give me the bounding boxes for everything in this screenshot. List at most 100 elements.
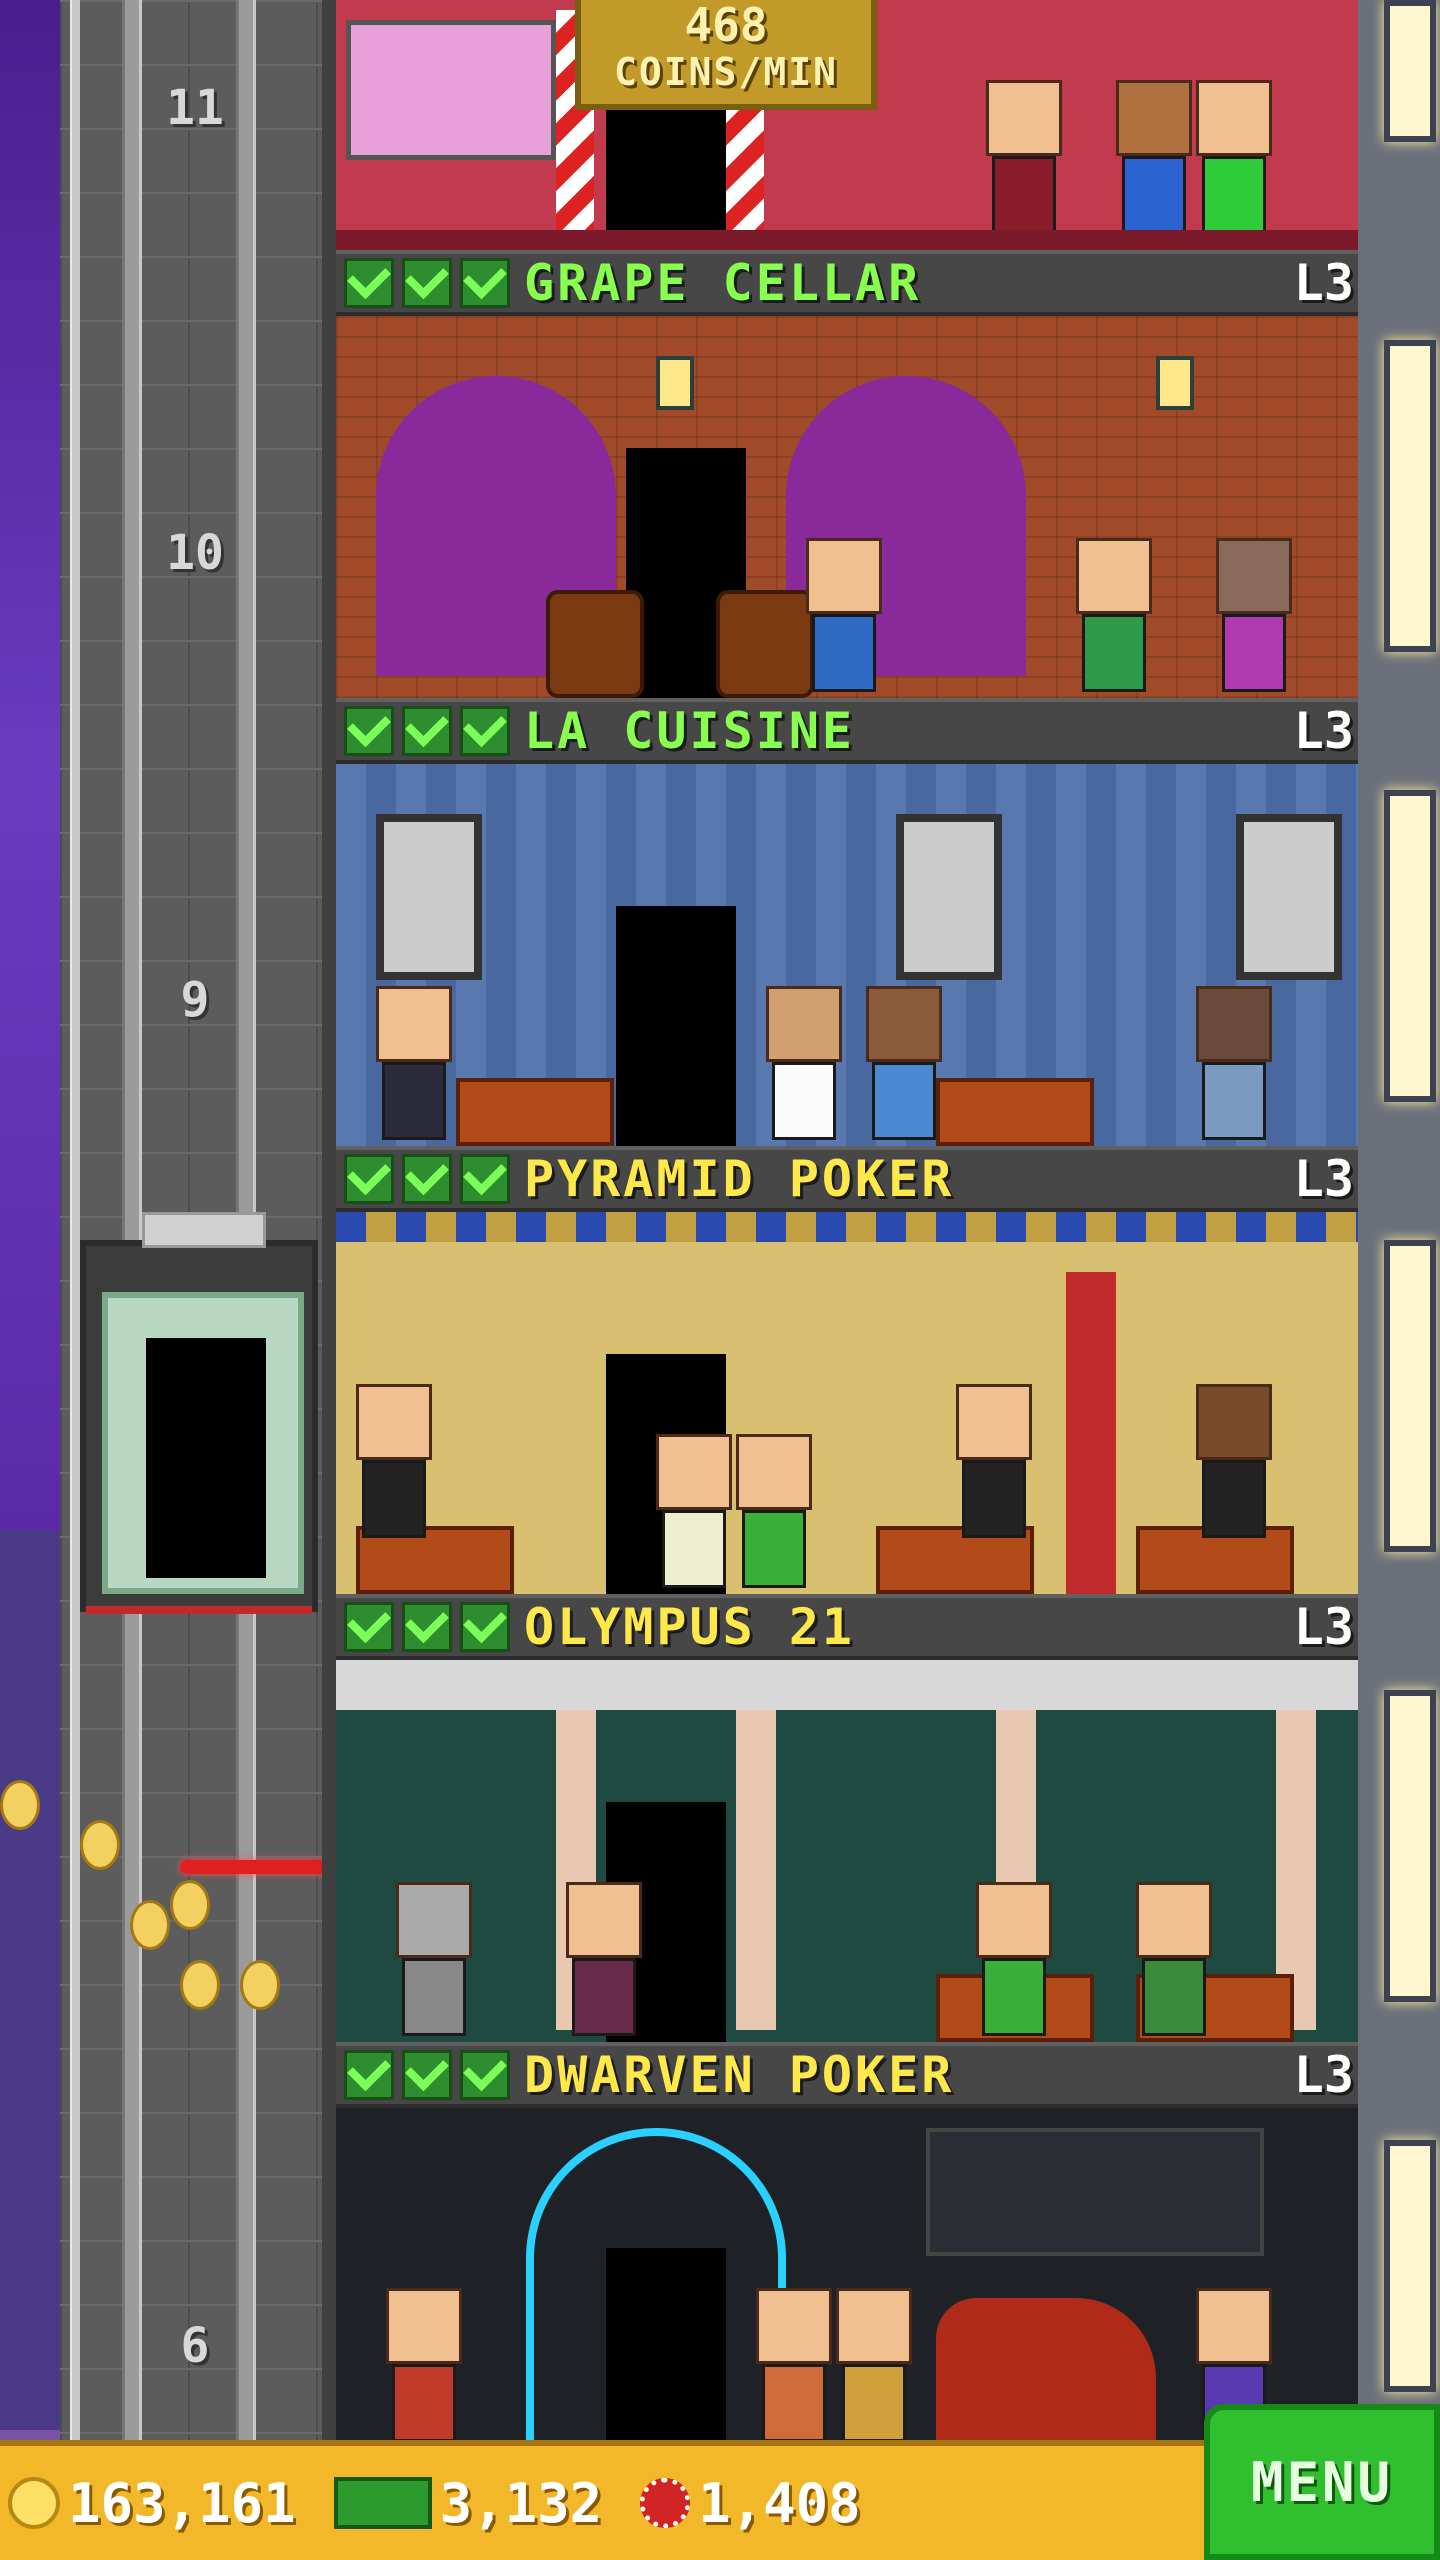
floor-grape-cellar[interactable]: GRAPE CELLAR L3 — [336, 250, 1358, 698]
shaft-floor-number: 10 — [166, 525, 224, 581]
check-icon — [402, 2047, 452, 2100]
floor-level: L3 — [1293, 2046, 1354, 2104]
floor-la-cuisine[interactable]: LA CUISINE L3 — [336, 698, 1358, 1146]
floor-name: LA CUISINE — [524, 702, 856, 760]
check-icon — [344, 1151, 394, 1204]
bitizen[interactable] — [566, 1882, 642, 2036]
wall-painting — [896, 814, 1002, 980]
bitizen[interactable] — [1076, 538, 1152, 692]
chip-icon — [640, 2478, 691, 2528]
check-icon — [402, 1599, 452, 1652]
floor-header: OLYMPUS 21 L3 — [336, 1594, 1358, 1660]
pillar — [736, 1710, 776, 2030]
bitizen-chef[interactable] — [766, 986, 842, 1140]
wall-painting — [376, 814, 482, 980]
flying-coin-icon[interactable] — [240, 1960, 280, 2010]
bitizen[interactable] — [1196, 80, 1272, 234]
floor-dwarven-poker[interactable]: DWARVEN POKER L3 — [336, 2042, 1358, 2448]
floor-scene — [336, 1660, 1358, 2042]
check-icon — [344, 2047, 394, 2100]
floor-doorway — [616, 906, 736, 1146]
coins-counter[interactable]: 163,161 — [8, 2472, 296, 2535]
floor-base — [336, 230, 1358, 250]
dining-table — [456, 1078, 614, 1146]
floor-doorway — [606, 100, 726, 230]
coins-value: 163,161 — [68, 2471, 296, 2535]
bitizen-statue[interactable] — [396, 1882, 472, 2036]
decor-frieze — [336, 1660, 1358, 1710]
tower-window — [1384, 340, 1436, 652]
elevator-sill — [86, 1606, 312, 1614]
menu-button[interactable]: MENU — [1204, 2404, 1440, 2560]
check-icon — [460, 1599, 510, 1652]
tower-window — [1384, 1690, 1436, 2002]
flying-coin-icon[interactable] — [0, 1780, 40, 1830]
floor-name: PYRAMID POKER — [524, 1150, 955, 1208]
vault-sign — [926, 2128, 1264, 2256]
elevator-car[interactable] — [80, 1212, 318, 1614]
income-badge[interactable]: 468 COINS/MIN — [575, 0, 877, 110]
bux-counter[interactable]: 3,132 — [333, 2471, 603, 2535]
flying-coin-icon[interactable] — [180, 1960, 220, 2010]
check-icon — [402, 255, 452, 308]
bitizen[interactable] — [736, 1434, 812, 1588]
bitizen[interactable] — [756, 2288, 832, 2442]
bitizen[interactable] — [806, 538, 882, 692]
lantern-icon — [1156, 356, 1194, 410]
tower-window — [1384, 0, 1436, 142]
bitizen[interactable] — [1196, 986, 1272, 1140]
flying-coin-icon[interactable] — [170, 1880, 210, 1930]
coin-icon — [8, 2477, 60, 2529]
floor-level: L3 — [1293, 702, 1354, 760]
check-icon — [460, 2047, 510, 2100]
elevator-cap — [142, 1212, 266, 1248]
tower-window — [1384, 1240, 1436, 1552]
dining-table — [936, 1078, 1094, 1146]
decor-border — [336, 1212, 1358, 1242]
income-unit: COINS/MIN — [614, 50, 838, 94]
wall-painting — [1236, 814, 1342, 980]
check-icon — [344, 1599, 394, 1652]
bitizen[interactable] — [1216, 538, 1292, 692]
bux-icon — [333, 2477, 432, 2529]
income-value: 468 — [684, 0, 768, 52]
floor-name: GRAPE CELLAR — [524, 254, 922, 312]
floor-level: L3 — [1293, 254, 1354, 312]
pillar — [1066, 1272, 1116, 1594]
flying-coin-icon[interactable] — [130, 1900, 170, 1950]
bitizen[interactable] — [656, 1434, 732, 1588]
check-icon — [344, 255, 394, 308]
barrel — [716, 590, 814, 698]
chips-value: 1,408 — [698, 2471, 861, 2535]
floor-level: L3 — [1293, 1598, 1354, 1656]
floor-scene — [336, 1212, 1358, 1594]
floor-header: DWARVEN POKER L3 — [336, 2042, 1358, 2108]
bitizen[interactable] — [1136, 1882, 1212, 2036]
bitizen[interactable] — [376, 986, 452, 1140]
floor-header: GRAPE CELLAR L3 — [336, 250, 1358, 316]
bitizen-dealer[interactable] — [956, 1384, 1032, 1538]
flying-coin-icon[interactable] — [80, 1820, 120, 1870]
bux-value: 3,132 — [439, 2471, 603, 2535]
floor-scene — [336, 316, 1358, 698]
bitizen-dealer[interactable] — [1196, 1384, 1272, 1538]
chips-counter[interactable]: 1,408 — [640, 2472, 861, 2535]
floor-olympus-21[interactable]: OLYMPUS 21 L3 — [336, 1594, 1358, 2042]
check-icon — [460, 1151, 510, 1204]
floor-pyramid-poker[interactable]: PYRAMID POKER L3 — [336, 1146, 1358, 1594]
barrel — [546, 590, 644, 698]
elevator-door — [146, 1338, 266, 1578]
bitizen-dwarf[interactable] — [386, 2288, 462, 2442]
bitizen[interactable] — [976, 1882, 1052, 2036]
bitizen[interactable] — [1116, 80, 1192, 234]
floor-scene — [336, 764, 1358, 1146]
tower-window — [1384, 790, 1436, 1102]
check-icon — [402, 1151, 452, 1204]
floor-doorway — [606, 2248, 726, 2448]
shaft-rail-left — [122, 0, 142, 2440]
floor-name: DWARVEN POKER — [524, 2046, 955, 2104]
bitizen-dealer[interactable] — [356, 1384, 432, 1538]
bitizen[interactable] — [866, 986, 942, 1140]
bitizen[interactable] — [986, 80, 1062, 234]
bitizen[interactable] — [836, 2288, 912, 2442]
